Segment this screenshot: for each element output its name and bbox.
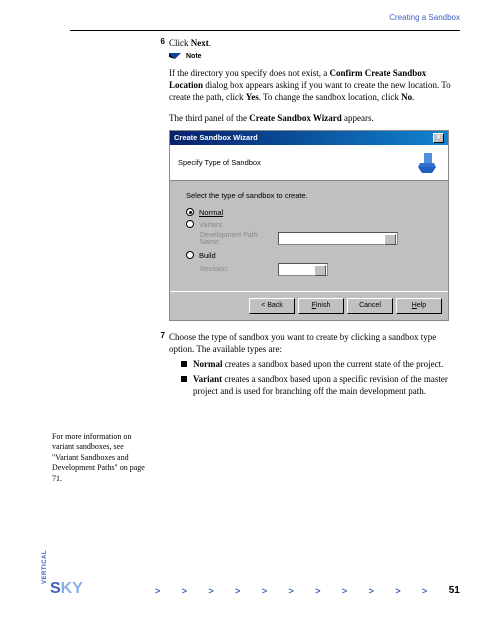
t: No [401,92,412,102]
bullet-normal: Normal creates a sandbox based upon the … [181,358,460,370]
radio-normal[interactable] [186,208,194,216]
sandbox-icon [414,149,440,175]
t: creates a sandbox based upon the current… [223,359,444,369]
chevron-icon: > [235,586,240,596]
radio-variant[interactable] [186,220,194,228]
note-icon [169,53,183,65]
note-body: If the directory you specify does not ex… [169,67,460,103]
t: . [209,38,211,48]
wizard-header-panel: Specify Type of Sandbox [170,145,448,181]
revision-label: Revision: [200,266,278,273]
wizard-body: Select the type of sandbox to create. No… [170,181,448,291]
logo-vertical-text: VERTICAL [42,550,48,584]
option-variant[interactable]: Variant [186,220,432,229]
t: The third panel of the [169,113,249,123]
dev-path-label: Development Path Name: [200,232,278,246]
dialog-title: Create Sandbox Wizard [174,133,258,142]
bullet-variant: Variant creates a sandbox based upon a s… [181,373,460,397]
page-section-title: Creating a Sandbox [389,13,460,22]
t: Yes [246,92,259,102]
help-button[interactable]: Help [396,298,442,314]
dev-path-dropdown[interactable] [278,232,398,245]
t: creates a sandbox based upon a specific … [193,374,448,396]
t: Create Sandbox Wizard [249,113,342,123]
radio-build[interactable] [186,251,194,259]
chevron-icon: > [289,586,294,596]
page-footer: VERTICAL SKY > > > > > > > > > > > 51 [0,568,500,598]
chevron-icon: > [262,586,267,596]
option-normal-label: Normal [199,208,223,217]
chevron-icon: > [182,586,187,596]
chevron-icon: > [315,586,320,596]
variant-sub-row: Development Path Name: [200,232,432,246]
t: appears. [342,113,374,123]
t: . [412,92,414,102]
chevron-icon: > [422,586,427,596]
chevron-icon: > [342,586,347,596]
option-variant-label: Variant [199,220,222,229]
wizard-button-row: < Back Finish Cancel Help [170,291,448,320]
t: Choose the type of sandbox you want to c… [169,332,436,354]
intro-text: The third panel of the Create Sandbox Wi… [169,112,460,124]
step-6: 6 Click Next. [155,37,460,49]
chevron-icon: > [208,586,213,596]
step-number: 7 [155,331,165,401]
step-text: Choose the type of sandbox you want to c… [169,331,460,401]
chevron-icon: > [395,586,400,596]
vertical-sky-logo: VERTICAL SKY [50,580,83,598]
revision-dropdown[interactable] [278,263,328,276]
logo-ky: KY [61,580,83,597]
note-label: Note [186,53,202,60]
wizard-subtitle: Specify Type of Sandbox [178,158,261,167]
footer-chevrons: > > > > > > > > > > > 51 [155,585,460,596]
back-button[interactable]: < Back [249,298,295,314]
dialog-titlebar[interactable]: Create Sandbox Wizard × [170,131,448,145]
note-header: Note [169,53,460,65]
t: If the directory you specify does not ex… [169,68,329,78]
margin-note: For more information on variant sandboxe… [52,432,147,484]
t: Normal [193,359,223,369]
chevron-icon: > [155,586,160,596]
create-sandbox-wizard-dialog: Create Sandbox Wizard × Specify Type of … [169,130,449,321]
chevron-icon: > [369,586,374,596]
option-normal[interactable]: Normal [186,208,432,217]
finish-button[interactable]: Finish [298,298,344,314]
step-text: Click Next. [169,37,460,49]
step-number: 6 [155,37,165,49]
close-button[interactable]: × [433,133,444,143]
t: . To change the sandbox location, click [259,92,401,102]
bullet-icon [181,376,187,382]
bullet-icon [181,361,187,367]
wizard-instruction: Select the type of sandbox to create. [186,191,432,200]
t: Next [191,38,209,48]
cancel-button[interactable]: Cancel [347,298,393,314]
logo-s: S [50,580,61,597]
step-7: 7 Choose the type of sandbox you want to… [155,331,460,401]
t: Variant [193,374,222,384]
option-build-label: Build [199,251,216,260]
t: Click [169,38,191,48]
build-sub-row: Revision: [200,263,432,276]
page-number: 51 [449,585,460,596]
option-build[interactable]: Build [186,251,432,260]
